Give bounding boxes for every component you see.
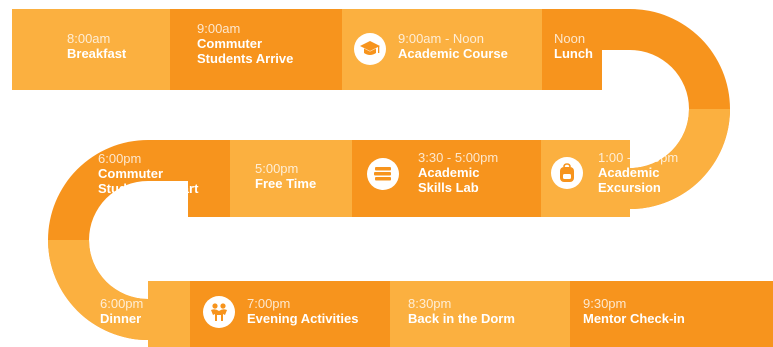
- cell-time: 6:00pm: [98, 151, 142, 166]
- people-icon: [203, 296, 235, 328]
- cell-title: Commuter: [98, 165, 164, 181]
- cell-title-line2: Students Arrive: [197, 50, 294, 66]
- cell-title: Academic Course: [398, 45, 508, 61]
- cell-title: Commuter: [197, 35, 263, 51]
- cell-title: Academic: [598, 164, 660, 180]
- row3-cell-mentor-check-in: 9:30pm Mentor Check-in: [570, 281, 773, 347]
- row3-cell-back-in-dorm: 8:30pm Back in the Dorm: [390, 281, 570, 347]
- cell-title-line2: Students Depart: [98, 180, 199, 196]
- backpack-icon: [551, 157, 583, 189]
- cell-title: Lunch: [554, 45, 593, 61]
- row3-cell-dinner: [148, 281, 190, 347]
- cell-time: 9:00am - Noon: [398, 31, 484, 46]
- cell-title-line2: Skills Lab: [418, 179, 479, 195]
- row3-dinner-text: 6:00pm Dinner: [100, 296, 144, 327]
- cell-title: Back in the Dorm: [408, 310, 515, 326]
- cell-title: Dinner: [100, 310, 142, 326]
- cell-time: Noon: [554, 31, 586, 46]
- cell-time: 9:30pm: [583, 296, 627, 311]
- row1-cell-lunch: Noon Lunch: [542, 9, 602, 90]
- cell-title-line2: Excursion: [598, 179, 661, 195]
- row2-cell-free-time: 5:00pm Free Time: [230, 140, 352, 217]
- row2-excursion-text: 1:00 - 3:00pm Academic Excursion: [598, 150, 679, 196]
- row1-cell-commuter-arrive: 9:00am Commuter Students Arrive: [170, 9, 342, 90]
- cell-title: Free Time: [255, 175, 317, 191]
- cell-title: Breakfast: [67, 45, 127, 61]
- cell-time: 1:00 - 3:00pm: [598, 150, 679, 165]
- book-stack-icon: [367, 158, 399, 190]
- cell-time: 5:00pm: [255, 161, 299, 176]
- cell-time: 3:30 - 5:00pm: [418, 150, 499, 165]
- schedule-path: 8:00am Breakfast 9:00am Commuter Student…: [0, 0, 773, 347]
- cell-time: 8:00am: [67, 31, 111, 46]
- cell-time: 7:00pm: [247, 296, 291, 311]
- cell-time: 6:00pm: [100, 296, 144, 311]
- row1-cell-academic-course: 9:00am - Noon Academic Course: [342, 9, 542, 90]
- row2-cell-skills-lab: 3:30 - 5:00pm Academic Skills Lab: [352, 140, 541, 217]
- cell-title: Evening Activities: [247, 310, 359, 326]
- row1-cell-breakfast: 8:00am Breakfast: [12, 9, 170, 90]
- cell-time: 8:30pm: [408, 296, 452, 311]
- row3-cell-evening-activities: 7:00pm Evening Activities: [190, 281, 390, 347]
- cell-title: Mentor Check-in: [583, 310, 685, 326]
- cell-time: 9:00am: [197, 21, 241, 36]
- graduation-cap-icon: [354, 33, 386, 65]
- cell-title: Academic: [418, 164, 480, 180]
- row2-commuter-depart-text: 6:00pm Commuter Students Depart: [98, 151, 199, 197]
